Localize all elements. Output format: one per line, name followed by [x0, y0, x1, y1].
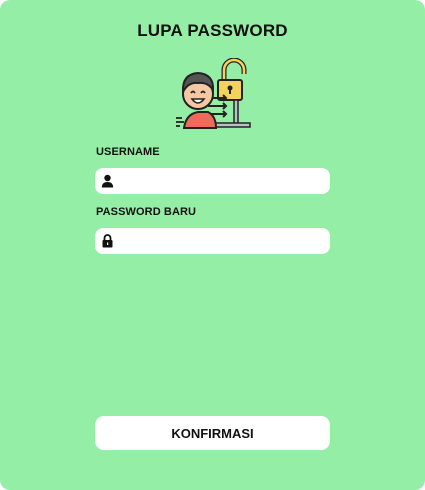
new-password-input[interactable]: [119, 228, 324, 254]
forgot-password-card: LUPA PASSWORD USERNAME PASSWORD BARU KON…: [0, 0, 425, 490]
new-password-label: PASSWORD BARU: [96, 206, 197, 218]
new-password-field[interactable]: [95, 228, 330, 254]
user-icon: [101, 174, 114, 188]
username-input[interactable]: [119, 168, 324, 194]
username-label: USERNAME: [96, 146, 160, 158]
lock-icon: [102, 234, 113, 248]
page-title: LUPA PASSWORD: [137, 21, 288, 40]
confirm-button[interactable]: KONFIRMASI: [95, 416, 330, 450]
forgot-password-illustration: [176, 58, 251, 129]
username-field[interactable]: [95, 168, 330, 194]
